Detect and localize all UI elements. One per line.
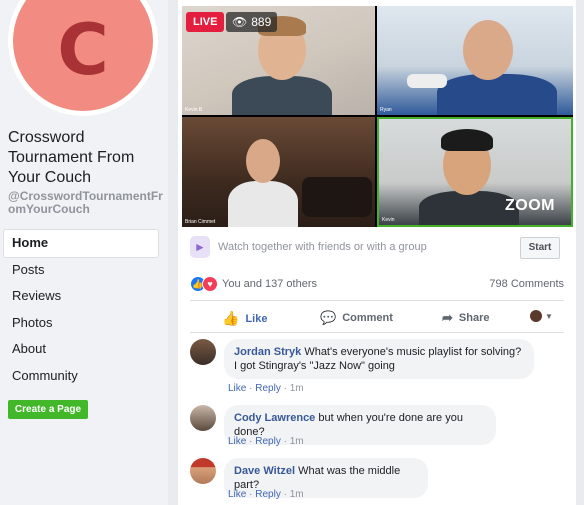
- page-title[interactable]: Crossword Tournament From Your Couch: [8, 128, 164, 188]
- share-label: Share: [458, 312, 490, 324]
- love-reaction-icon: ♥: [202, 276, 218, 292]
- like-button[interactable]: 👍 Like: [222, 310, 267, 327]
- participant-body: [228, 181, 298, 227]
- zoom-logo: ZOOM: [505, 197, 555, 214]
- commenter-avatar[interactable]: [190, 339, 216, 365]
- nav-item-about[interactable]: About: [4, 336, 158, 363]
- nav-item-community[interactable]: Community: [4, 363, 158, 390]
- microphone: [407, 74, 447, 88]
- speech-bubble-icon: 💬: [320, 310, 337, 325]
- comment-meta: Like · Reply · 1m: [228, 436, 304, 447]
- viewer-count: 👁 889: [226, 12, 278, 32]
- nav-item-home[interactable]: Home: [4, 230, 158, 257]
- watch-party-icon: ►: [190, 236, 210, 258]
- comment-label: Comment: [342, 312, 393, 324]
- nav-item-photos[interactable]: Photos: [4, 310, 158, 337]
- start-watch-party-button[interactable]: Start: [520, 237, 560, 259]
- like-label: Like: [245, 312, 268, 325]
- participant-body: [232, 76, 332, 115]
- video-tile-4-active-speaker: Kevin ZOOM: [377, 117, 573, 227]
- comment-reply-link[interactable]: Reply: [255, 383, 281, 394]
- live-badge: LIVE: [186, 12, 225, 32]
- post-actions: 👍 Like 💬 Comment ➦ Share ▼: [190, 306, 564, 332]
- participant-name: Kevin B: [185, 107, 203, 113]
- nav-item-posts[interactable]: Posts: [4, 257, 158, 284]
- comment-button[interactable]: 💬 Comment: [320, 310, 393, 326]
- viewer-count-value: 889: [251, 15, 272, 29]
- nav-item-reviews[interactable]: Reviews: [4, 283, 158, 310]
- participant-name: Brian Cimmet: [185, 219, 216, 225]
- participant-face: [463, 20, 513, 80]
- profile-picture-letter: C: [57, 9, 109, 91]
- comment-meta: Like · Reply · 1m: [228, 383, 304, 394]
- comment-like-link[interactable]: Like: [228, 436, 246, 447]
- audience-selector[interactable]: ▼: [530, 310, 553, 322]
- user-avatar: [530, 310, 542, 322]
- couch: [302, 177, 372, 217]
- participant-body: [419, 191, 519, 225]
- comment-author[interactable]: Jordan Stryk: [234, 346, 301, 358]
- comment-like-link[interactable]: Like: [228, 489, 246, 500]
- thumbs-up-icon: 👍: [222, 310, 240, 326]
- participant-name: Ryan: [380, 107, 392, 113]
- participant-face: [246, 139, 280, 183]
- video-tile-2: Ryan: [377, 6, 573, 115]
- reactions-summary: 👍 ♥ You and 137 others 798 Comments: [190, 276, 564, 294]
- eye-icon: 👁: [232, 15, 248, 29]
- comment-like-link[interactable]: Like: [228, 383, 246, 394]
- live-video-player[interactable]: Kevin B Ryan Brian Cimmet Kevin ZOOM LIV…: [182, 6, 573, 227]
- commenter-avatar[interactable]: [190, 458, 216, 484]
- share-arrow-icon: ➦: [442, 310, 453, 325]
- divider: [190, 332, 564, 333]
- watch-party-text: Watch together with friends or with a gr…: [218, 241, 427, 253]
- live-video-post: Kevin B Ryan Brian Cimmet Kevin ZOOM LIV…: [178, 0, 576, 505]
- page-nav: Home Posts Reviews Photos About Communit…: [4, 230, 158, 389]
- video-tile-3: Brian Cimmet: [182, 117, 375, 227]
- share-button[interactable]: ➦ Share: [442, 310, 489, 326]
- commenter-avatar[interactable]: [190, 405, 216, 431]
- reaction-icons[interactable]: 👍 ♥: [190, 276, 220, 292]
- divider: [190, 300, 564, 301]
- comment-reply-link[interactable]: Reply: [255, 436, 281, 447]
- participant-name: Kevin: [382, 217, 395, 223]
- chevron-down-icon: ▼: [545, 311, 553, 321]
- reactions-text[interactable]: You and 137 others: [222, 278, 317, 290]
- participant-body: [437, 74, 557, 115]
- comments-count[interactable]: 798 Comments: [489, 278, 564, 290]
- participant-hair: [441, 129, 493, 151]
- comment-author[interactable]: Dave Witzel: [234, 465, 295, 477]
- page-sidebar: C Crossword Tournament From Your Couch @…: [0, 0, 168, 505]
- page-handle[interactable]: @CrosswordTournamentFromYourCouch: [8, 190, 164, 216]
- comment-time[interactable]: 1m: [290, 383, 304, 394]
- comment-meta: Like · Reply · 1m: [228, 489, 304, 500]
- comment-author[interactable]: Cody Lawrence: [234, 412, 315, 424]
- create-page-button[interactable]: Create a Page: [8, 400, 88, 419]
- comment-time[interactable]: 1m: [290, 489, 304, 500]
- comment-time[interactable]: 1m: [290, 436, 304, 447]
- comment-reply-link[interactable]: Reply: [255, 489, 281, 500]
- comment-bubble: Jordan Stryk What's everyone's music pla…: [224, 339, 534, 379]
- watch-party-row: ► Watch together with friends or with a …: [190, 236, 564, 260]
